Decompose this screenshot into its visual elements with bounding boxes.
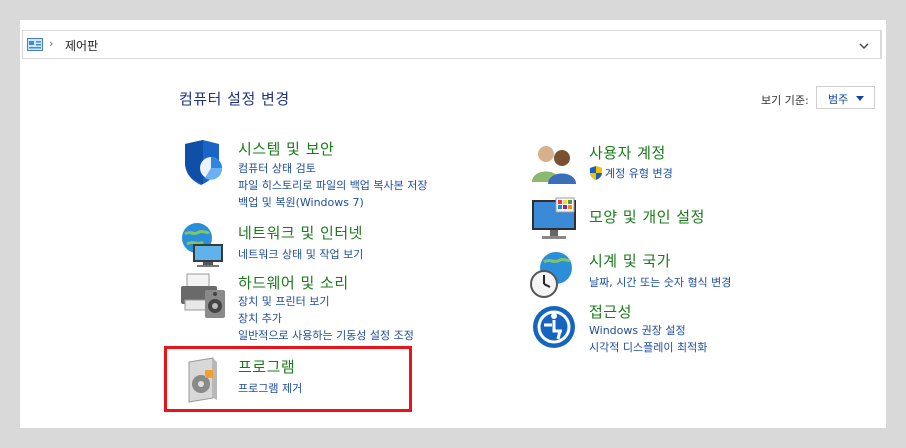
clock-region-link[interactable]: 시계 및 국가 [589,250,671,271]
uac-shield-icon [590,166,602,180]
accessibility-link[interactable]: 접근성 [589,301,632,322]
clock-globe-icon [530,252,572,298]
hardware-sound-link[interactable]: 하드웨어 및 소리 [238,272,349,293]
user-accounts-link[interactable]: 사용자 계정 [589,142,666,163]
address-bar[interactable]: › 제어판 [22,30,882,59]
category-user-accounts: 사용자 계정 계정 유형 변경 [530,138,830,190]
network-status-link[interactable]: 네트워크 상태 및 작업 보기 [238,246,363,262]
add-device-link[interactable]: 장치 추가 [238,310,282,326]
control-panel-icon [27,38,43,51]
system-security-link[interactable]: 시스템 및 보안 [238,138,334,159]
change-account-type-link[interactable]: 계정 유형 변경 [605,165,673,181]
network-internet-link[interactable]: 네트워크 및 인터넷 [238,222,363,243]
date-time-format-link[interactable]: 날짜, 시간 또는 숫자 형식 변경 [589,274,731,290]
chevron-down-icon[interactable] [857,39,871,53]
shield-icon [185,140,223,185]
view-by-dropdown[interactable]: 범주 [816,86,875,109]
chevron-right-icon: › [49,37,54,50]
personalization-icon [532,197,576,239]
highlight-box [164,346,412,412]
backup-restore-link[interactable]: 백업 및 복원(Windows 7) [238,194,364,210]
optimize-display-link[interactable]: 시각적 디스플레이 최적화 [589,339,707,355]
view-by-value: 범주 [828,93,849,106]
caret-down-icon [856,96,864,101]
devices-printers-link[interactable]: 장치 및 프린터 보기 [238,293,329,309]
breadcrumb[interactable]: 제어판 [65,37,98,54]
category-clock-region: 시계 및 국가 날짜, 시간 또는 숫자 형식 변경 [530,250,830,302]
users-icon [532,146,576,184]
recommended-settings-link[interactable]: Windows 권장 설정 [589,322,686,338]
category-system-security: 시스템 및 보안 컴퓨터 상태 검토 파일 히스토리로 파일의 백업 복사본 저… [179,138,499,210]
file-history-link[interactable]: 파일 히스토리로 파일의 백업 복사본 저장 [238,177,428,193]
category-hardware-sound: 하드웨어 및 소리 장치 및 프린터 보기 장치 추가 일반적으로 사용하는 기… [179,272,499,342]
mobility-settings-link[interactable]: 일반적으로 사용하는 기동성 설정 조정 [238,327,414,343]
review-status-link[interactable]: 컴퓨터 상태 검토 [238,160,316,176]
control-panel-window: › 제어판 컴퓨터 설정 변경 보기 기준: 범주 시스템 및 보안 컴퓨터 상… [20,20,886,428]
accessibility-icon [533,306,575,348]
category-accessibility: 접근성 Windows 권장 설정 시각적 디스플레이 최적화 [530,301,830,355]
address-divider [880,31,881,58]
view-by-label: 보기 기준: [761,94,809,107]
category-network: 네트워크 및 인터넷 네트워크 상태 및 작업 보기 [179,220,479,272]
network-globe-icon [182,223,223,267]
page-title: 컴퓨터 설정 변경 [179,90,290,108]
appearance-link[interactable]: 모양 및 개인 설정 [589,206,705,227]
printer-icon [181,273,225,318]
category-appearance: 모양 및 개인 설정 [530,196,830,244]
